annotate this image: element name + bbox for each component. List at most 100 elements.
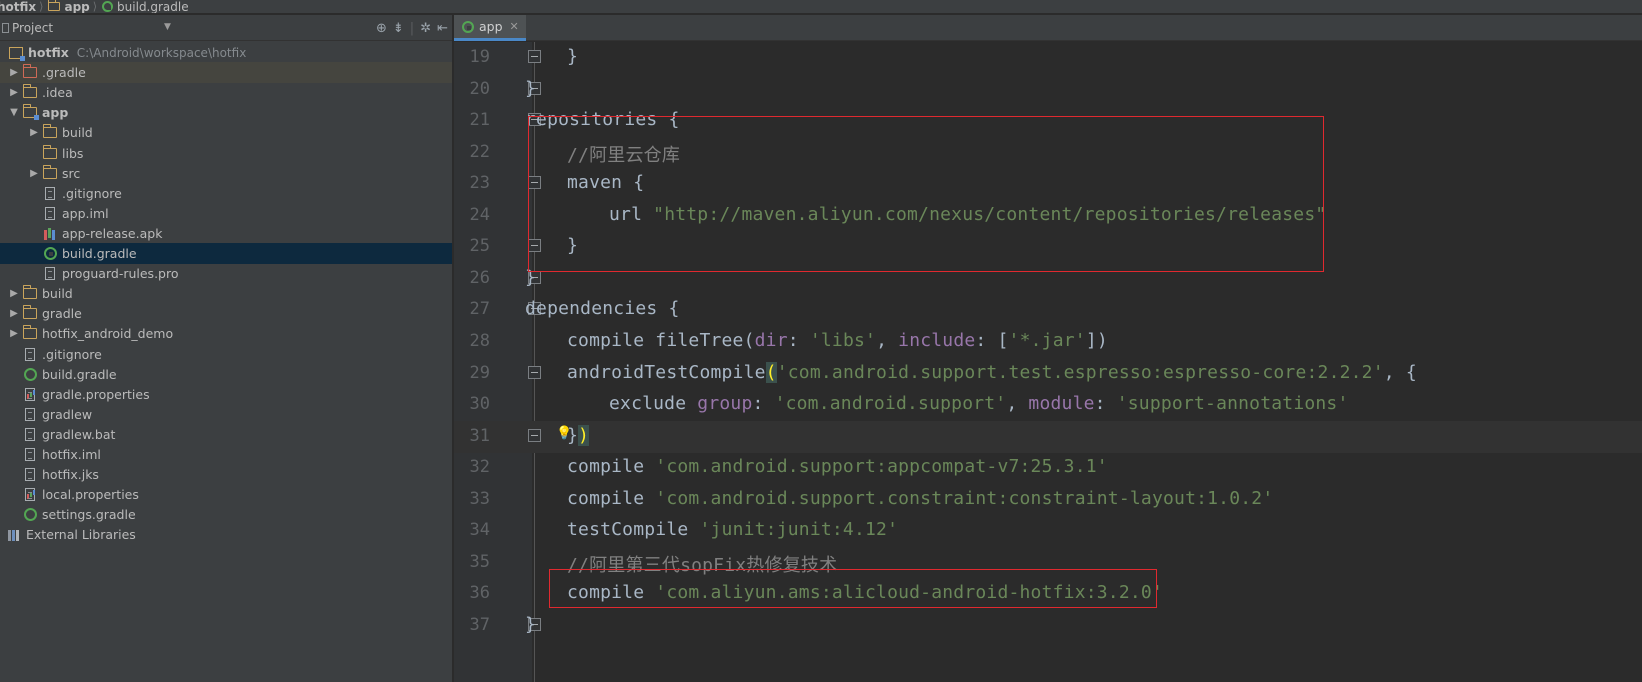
tree-item[interactable]: External Libraries (0, 524, 452, 545)
breadcrumb-separator: ⟩ (92, 0, 98, 13)
gear-icon[interactable]: ✲ (420, 21, 431, 36)
code-token: compile (567, 582, 656, 604)
chevron-down-icon[interactable]: ▼ (164, 22, 171, 32)
code-token: } (567, 424, 579, 446)
tree-item[interactable]: .gitignore (0, 183, 452, 204)
code-line[interactable]: 25} (454, 231, 1642, 263)
expand-arrow-icon[interactable]: ▶ (8, 328, 20, 339)
expanded-arrow-icon[interactable]: ▼ (8, 107, 20, 118)
tree-item[interactable]: ▶ hotfix_android_demo (0, 323, 452, 344)
line-number: 20 (469, 78, 490, 99)
breadcrumb-separator: ⟩ (39, 0, 44, 13)
project-panel-header: Project ▼ ⊕ ⇟ | ✲ ⇤ (0, 15, 452, 41)
tree-item[interactable]: gradlew (0, 404, 452, 425)
expand-arrow-icon[interactable]: ▶ (8, 288, 20, 299)
tree-item[interactable]: settings.gradle (0, 504, 452, 525)
expand-arrow-icon[interactable]: ▶ (8, 87, 20, 98)
code-token: compile (567, 487, 656, 509)
tree-item[interactable]: local.properties (0, 484, 452, 505)
code-text: }) (567, 424, 590, 446)
code-line[interactable]: 31 💡}) (454, 420, 1642, 453)
code-token: androidTestCompile (567, 361, 766, 383)
code-token: 'com.android.support.constraint:constrai… (655, 487, 1274, 509)
folder-icon-shape (42, 164, 57, 179)
tab-app[interactable]: app ✕ (454, 15, 526, 41)
code-line[interactable]: 27 dependencies { (454, 294, 1642, 326)
code-line[interactable]: 26} (454, 263, 1642, 295)
code-token: 'junit:junit:4.12' (699, 519, 899, 541)
tree-item[interactable]: gradle.properties (0, 384, 452, 405)
tree-item-label: app (42, 105, 69, 121)
code-token: 'com.android.support.test.espresso:espre… (776, 361, 1384, 383)
fold-marker-icon[interactable] (528, 176, 541, 190)
hide-panel-icon[interactable]: ⇤ (437, 21, 448, 36)
tree-item[interactable]: gradlew.bat (0, 424, 452, 445)
code-line[interactable]: 24 url "http://maven.aliyun.com/nexus/con… (454, 200, 1642, 232)
tree-item[interactable]: proguard-rules.pro (0, 263, 452, 284)
text-file-icon (22, 468, 38, 482)
code-line[interactable]: 23 maven { (454, 168, 1642, 200)
apk-file-icon-shape (43, 227, 57, 240)
breadcrumb-item[interactable]: hotfix (0, 0, 36, 13)
expand-arrow-icon[interactable]: ▶ (8, 67, 20, 78)
code-text: compile 'com.aliyun.ams:alicloud-android… (567, 582, 1163, 603)
tree-item[interactable]: libs (0, 143, 452, 164)
code-line[interactable]: 30 exclude group: 'com.android.support', … (454, 389, 1642, 421)
tree-item[interactable]: hotfix C:\Android\workspace\hotfix (0, 42, 452, 63)
tree-item[interactable]: ▼ app (0, 102, 452, 123)
apk-file-icon (42, 226, 58, 240)
code-line[interactable]: 28 compile fileTree(dir: 'libs', include:… (454, 326, 1642, 358)
tree-item-label: build.gradle (42, 366, 117, 382)
tree-item[interactable]: hotfix.jks (0, 464, 452, 485)
tree-item[interactable]: build.gradle (0, 243, 452, 264)
code-line[interactable]: 35 //阿里第三代sopFix热修复技术 (454, 547, 1642, 579)
project-view-selector[interactable]: Project (12, 21, 53, 35)
tree-item[interactable]: app.iml (0, 203, 452, 224)
collapse-all-icon[interactable]: ⇟ (393, 21, 404, 36)
gradle-file-icon (22, 367, 38, 381)
code-line[interactable]: 37} (454, 610, 1642, 642)
tree-item[interactable]: ▶ gradle (0, 303, 452, 324)
tree-item[interactable]: ▶ build (0, 122, 452, 143)
gradle-file-icon-shape (23, 367, 37, 381)
code-editor[interactable]: 19} 20} 21 repositories {22//阿里云仓库 23 maven {… (454, 42, 1642, 682)
fold-marker-icon[interactable] (528, 428, 541, 442)
breadcrumb-item[interactable]: app (47, 0, 90, 13)
code-line[interactable]: 22 //阿里云仓库 (454, 137, 1642, 169)
tab-label: app (479, 19, 503, 34)
code-line[interactable]: 33 compile 'com.android.support.constrain… (454, 484, 1642, 516)
excluded-folder-icon-shape (22, 64, 37, 79)
code-line[interactable]: 19} (454, 42, 1642, 74)
expand-arrow-icon[interactable]: ▶ (28, 168, 40, 179)
tree-item-label: gradlew.bat (42, 426, 116, 442)
code-line[interactable]: 32 compile 'com.android.support:appcompat… (454, 452, 1642, 484)
code-line[interactable]: 20} (454, 74, 1642, 106)
tree-item[interactable]: ▶ .idea (0, 82, 452, 103)
tree-item[interactable]: .gitignore (0, 344, 452, 365)
text-file-icon (22, 448, 38, 462)
code-line[interactable]: 34 testCompile 'junit:junit:4.12' (454, 515, 1642, 547)
folder-icon-shape (42, 124, 57, 139)
tree-item[interactable]: ▶ build (0, 283, 452, 304)
expand-arrow-icon[interactable]: ▶ (8, 308, 20, 319)
line-number: 28 (469, 330, 490, 351)
tree-item[interactable]: ▶ src (0, 163, 452, 184)
fold-marker-icon[interactable] (528, 239, 541, 253)
text-file-icon (42, 186, 58, 200)
tree-item[interactable]: build.gradle (0, 364, 452, 385)
tree-item[interactable]: app-release.apk (0, 223, 452, 244)
fold-marker-icon[interactable] (528, 50, 541, 63)
scroll-from-source-icon[interactable]: ⊕ (376, 21, 387, 36)
close-icon[interactable]: ✕ (510, 20, 519, 33)
code-line[interactable]: 29 androidTestCompile('com.android.suppor… (454, 358, 1642, 390)
tree-item-label: .idea (42, 85, 73, 101)
expand-arrow-icon[interactable]: ▶ (28, 127, 40, 138)
tree-item-label: libs (62, 145, 84, 161)
breadcrumb-item[interactable]: build.gradle (102, 0, 189, 13)
fold-marker-icon[interactable] (528, 365, 541, 379)
code-token: 'support-annotations' (1116, 393, 1349, 415)
tree-item[interactable]: hotfix.iml (0, 444, 452, 465)
code-line[interactable]: 21 repositories { (454, 105, 1642, 137)
tree-item[interactable]: ▶ .gradle (0, 62, 452, 84)
code-line[interactable]: 36 compile 'com.aliyun.ams:alicloud-andro… (454, 578, 1642, 610)
